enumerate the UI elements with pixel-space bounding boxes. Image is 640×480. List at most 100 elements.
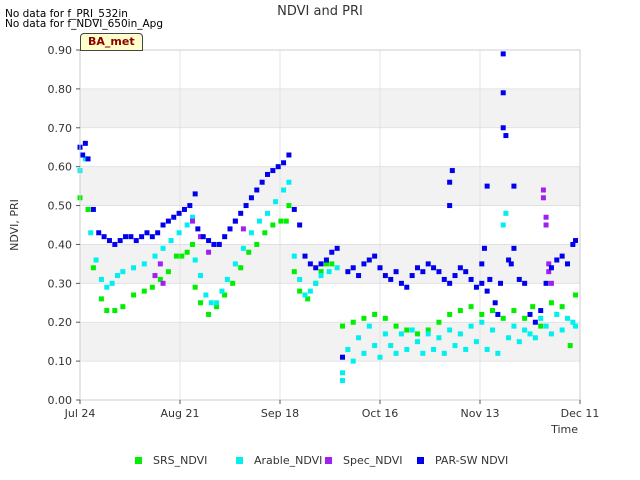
data-point: [230, 280, 236, 286]
data-point: [101, 234, 107, 240]
data-point: [85, 206, 91, 212]
legend-label: Spec_NDVI: [343, 454, 403, 467]
data-point: [120, 269, 126, 275]
data-point: [484, 183, 490, 189]
data-point: [420, 269, 426, 275]
data-point: [540, 187, 546, 193]
data-point: [265, 171, 270, 177]
data-point: [565, 315, 570, 321]
data-point: [211, 241, 217, 247]
data-point: [334, 245, 340, 251]
data-point: [216, 241, 222, 247]
legend-label: Arable_NDVI: [254, 454, 322, 467]
data-point: [214, 300, 220, 306]
data-point: [104, 284, 110, 290]
data-point: [484, 288, 490, 294]
data-point: [361, 261, 367, 267]
background-band: [80, 166, 580, 206]
data-point: [361, 315, 367, 321]
data-point: [275, 164, 281, 170]
data-point: [192, 257, 198, 263]
data-point: [530, 304, 536, 310]
data-point: [522, 327, 528, 333]
data-point: [281, 160, 287, 166]
data-point: [192, 191, 198, 197]
data-point: [318, 261, 324, 267]
data-point: [168, 238, 174, 244]
data-point: [307, 261, 313, 267]
data-point: [393, 350, 399, 356]
data-point: [540, 195, 546, 201]
data-point: [463, 346, 469, 352]
data-point: [238, 210, 244, 216]
data-point: [283, 218, 289, 224]
y-tick-label: 0.20: [48, 316, 73, 329]
data-point: [262, 230, 268, 236]
data-point: [313, 265, 319, 271]
data-point: [447, 327, 453, 333]
data-point: [415, 331, 420, 337]
data-point: [506, 335, 512, 341]
data-point: [80, 152, 86, 158]
data-point: [291, 206, 297, 212]
data-point: [573, 292, 579, 298]
y-tick-label: 0.00: [48, 394, 73, 407]
data-point: [219, 288, 225, 294]
ndvi-pri-chart: 0.00 0.10 0.20 0.30 0.40 0.50 0.60 0.70 0.80 0.90…: [8, 4, 599, 467]
data-point: [160, 222, 166, 228]
data-point: [484, 346, 490, 352]
data-point: [227, 226, 233, 232]
data-point: [270, 168, 276, 174]
data-point: [479, 311, 485, 317]
data-point: [117, 238, 123, 244]
data-point: [538, 315, 544, 321]
data-point: [273, 199, 279, 205]
data-point: [149, 234, 155, 240]
chart-title: NDVI and PRI: [277, 4, 363, 19]
legend-swatch: [236, 457, 243, 464]
data-point: [527, 311, 533, 317]
legend-swatch: [135, 457, 142, 464]
data-point: [152, 253, 158, 259]
data-point: [492, 300, 498, 306]
data-point: [511, 245, 517, 251]
data-point: [567, 343, 573, 349]
data-point: [165, 269, 171, 275]
data-point: [88, 230, 94, 236]
data-point: [490, 308, 495, 314]
y-tick-label: 0.40: [48, 238, 73, 251]
y-axis-label: NDVI, PRI: [8, 199, 21, 251]
data-point: [479, 280, 485, 286]
data-point: [326, 269, 332, 275]
data-point: [240, 226, 246, 232]
data-point: [232, 261, 238, 267]
data-point: [415, 265, 420, 271]
data-point: [398, 280, 404, 286]
data-point: [248, 230, 254, 236]
data-point: [144, 230, 150, 236]
data-point: [447, 311, 453, 317]
data-point: [206, 249, 212, 255]
data-point: [372, 343, 378, 349]
data-point: [481, 245, 487, 251]
data-point: [431, 346, 437, 352]
data-point: [115, 273, 120, 279]
data-point: [447, 280, 453, 286]
background-band: [80, 322, 580, 362]
x-tick-label: Sep 18: [261, 407, 299, 420]
data-point: [96, 230, 102, 236]
data-point: [112, 308, 118, 314]
data-point: [302, 253, 308, 259]
legend: SRS_NDVI Arable_NDVI Spec_NDVI PAR-SW NDVI: [135, 454, 508, 467]
data-point: [350, 265, 356, 271]
data-point: [543, 280, 549, 286]
data-point: [179, 253, 185, 259]
data-point: [93, 257, 99, 263]
data-point: [473, 339, 479, 345]
data-point: [356, 273, 362, 279]
data-point: [85, 156, 91, 162]
data-point: [176, 210, 182, 216]
data-point: [468, 323, 474, 329]
data-point: [457, 308, 463, 314]
data-point: [181, 206, 187, 212]
